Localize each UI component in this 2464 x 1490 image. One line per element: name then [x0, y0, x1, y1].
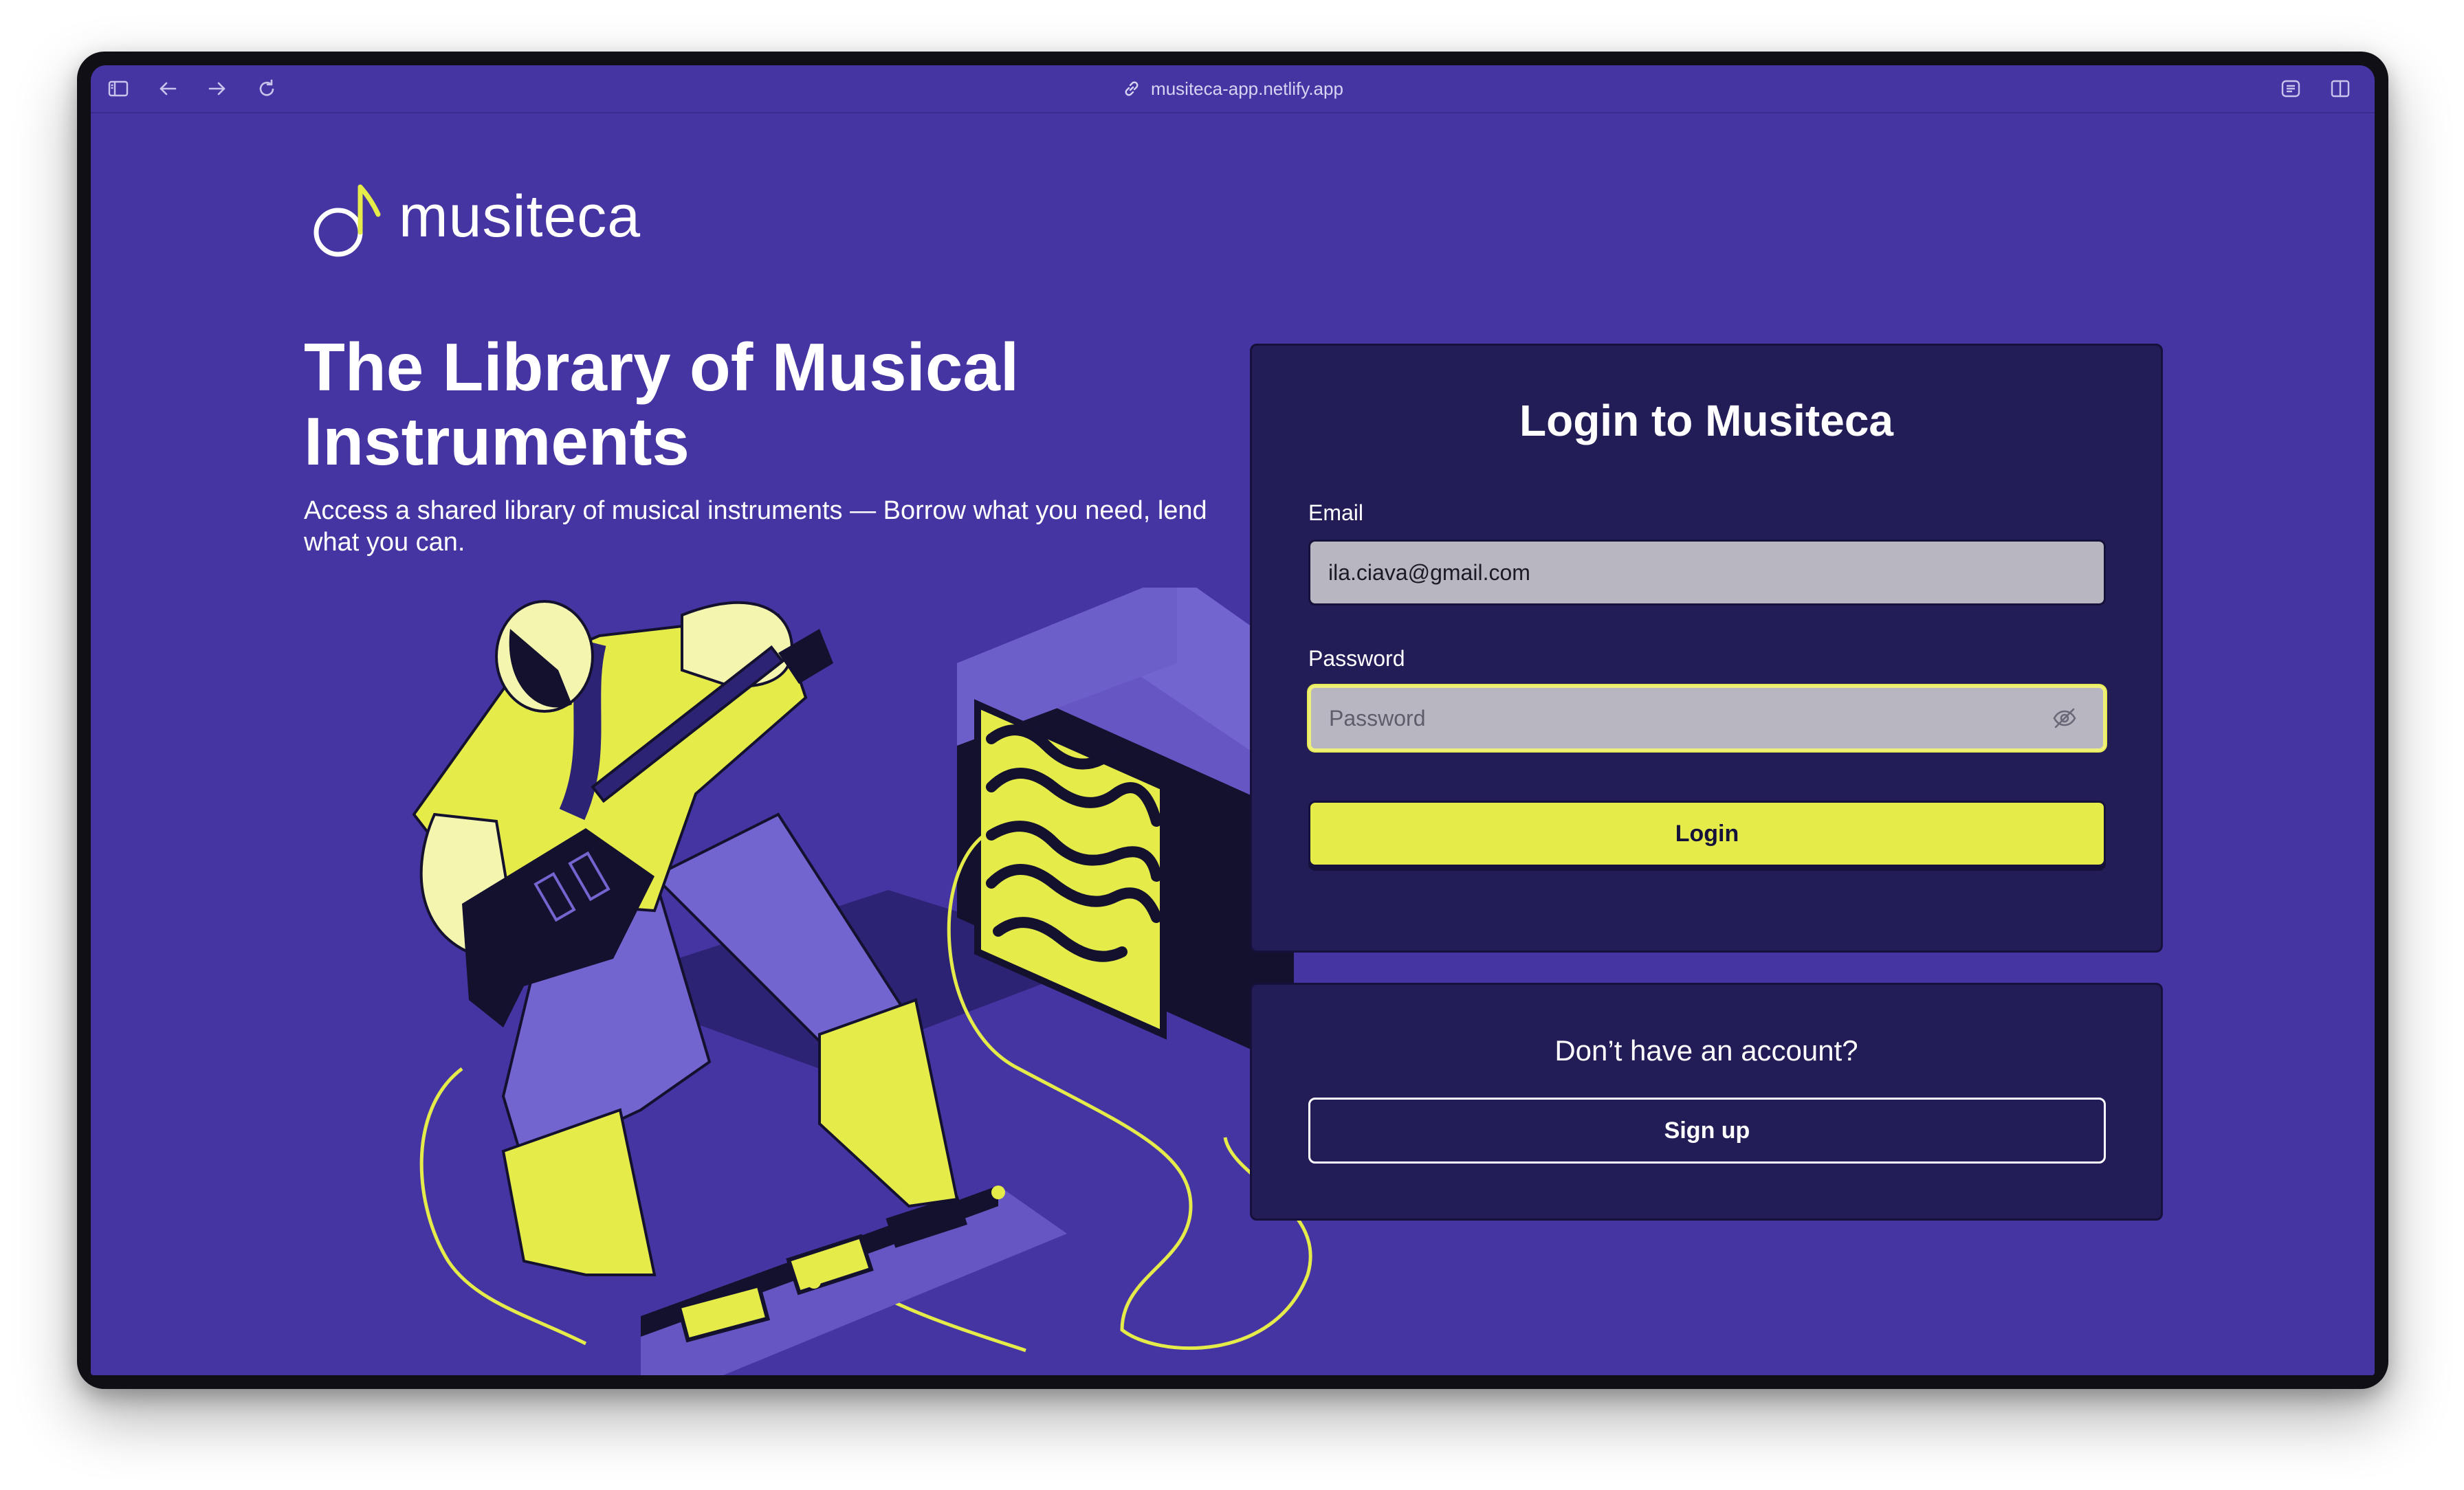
password-label: Password [1308, 646, 1405, 671]
email-field[interactable] [1308, 540, 2106, 605]
password-field-wrapper [1252, 685, 2161, 751]
browser-toolbar: musiteca-app.netlify.app [91, 65, 2375, 113]
password-field[interactable] [1308, 685, 2106, 751]
logo[interactable]: musiteca [309, 172, 641, 261]
split-view-icon[interactable] [2326, 75, 2354, 102]
login-title: Login to Musiteca [1519, 396, 1893, 445]
music-note-logo [314, 184, 381, 257]
email-label: Email [1308, 500, 1364, 525]
signup-card: Don’t have an account? Sign up [1250, 983, 2163, 1221]
address-bar[interactable]: musiteca-app.netlify.app [91, 74, 2375, 104]
browser-window: musiteca-app.netlify.app musiteca The Li… [91, 65, 2375, 1375]
signup-button[interactable]: Sign up [1308, 1098, 2106, 1164]
link-icon [1125, 81, 1138, 96]
login-card: Login to Musiteca Email Password Login [1250, 344, 2163, 953]
guitarist-illustration [412, 588, 1312, 1375]
signup-question: Don’t have an account? [1554, 1034, 1858, 1067]
login-button[interactable]: Login [1308, 801, 2106, 867]
page-title: The Library of Musical Instruments [304, 329, 1020, 479]
url-text: musiteca-app.netlify.app [1151, 78, 1343, 99]
device-frame: musiteca-app.netlify.app musiteca The Li… [77, 52, 2388, 1389]
reader-icon[interactable] [2277, 75, 2304, 102]
eye-off-icon[interactable] [2051, 704, 2078, 732]
page-subtitle: Access a shared library of musical instr… [304, 496, 1207, 557]
logo-text: musiteca [399, 183, 641, 249]
